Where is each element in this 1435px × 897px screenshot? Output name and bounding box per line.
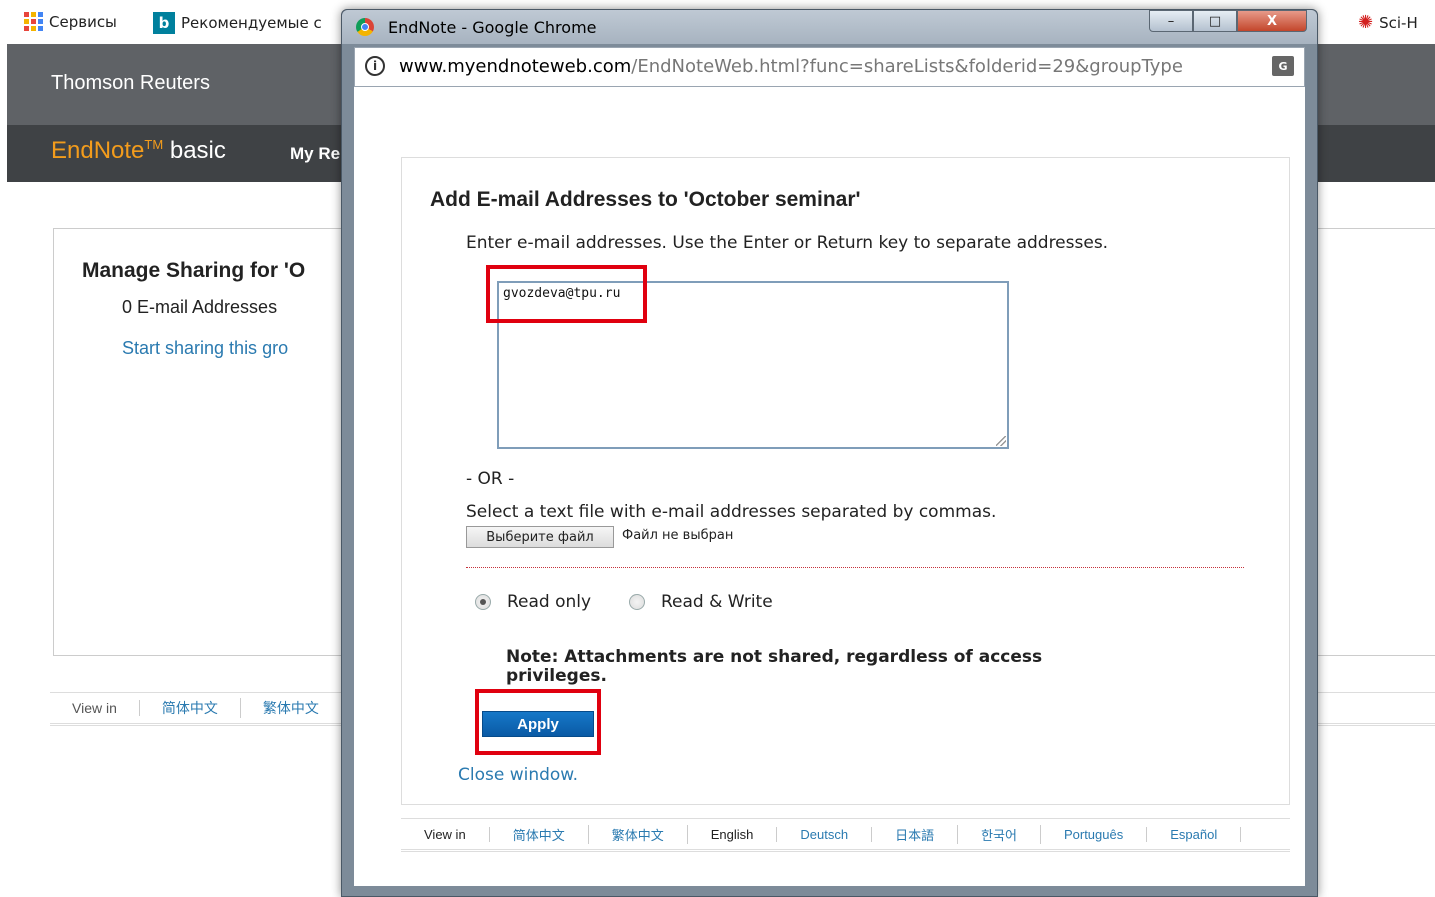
maximize-icon: □	[1208, 13, 1222, 29]
resize-grip-icon[interactable]	[996, 436, 1006, 446]
bing-icon: b	[153, 12, 175, 34]
close-window-link[interactable]: Close window.	[458, 765, 578, 785]
bg-lang-zh-hant[interactable]: 繁体中文	[241, 698, 342, 718]
start-sharing-link[interactable]: Start sharing this gro	[122, 338, 288, 359]
window-titlebar[interactable]: EndNote - Google Chrome – □ X	[342, 10, 1317, 44]
minimize-icon: –	[1167, 13, 1175, 29]
lang-japanese[interactable]: 日本語	[872, 824, 959, 844]
company-logo: Thomson Reuters	[51, 72, 210, 94]
lang-portuguese[interactable]: Português	[1041, 826, 1148, 842]
choose-file-button[interactable]: Выберите файл	[466, 526, 614, 548]
email-count: 0 E-mail Addresses	[122, 297, 278, 317]
bookmark-scihub-label: Sci-H	[1379, 13, 1418, 32]
lang-deutsch[interactable]: Deutsch	[777, 826, 873, 842]
radio-read-write-label[interactable]: Read & Write	[661, 592, 773, 612]
bookmark-services-label: Сервисы	[49, 12, 117, 31]
radio-read-write[interactable]	[629, 594, 645, 610]
endnote-popup-window: EndNote - Google Chrome – □ X i www.myen…	[341, 9, 1318, 897]
select-file-instructions: Select a text file with e-mail addresses…	[466, 502, 997, 522]
view-in-label: View in	[401, 826, 490, 842]
email-instructions: Enter e-mail addresses. Use the Enter or…	[466, 233, 1109, 253]
highlight-apply-box	[475, 689, 601, 755]
radio-read-only-label[interactable]: Read only	[507, 592, 591, 612]
lang-zh-hant[interactable]: 繁体中文	[589, 824, 688, 844]
minimize-button[interactable]: –	[1149, 10, 1193, 32]
popup-page: Add E-mail Addresses to 'October seminar…	[354, 87, 1305, 886]
language-footer: View in 简体中文 繁体中文 English Deutsch 日本語 한국…	[401, 818, 1290, 852]
bookmark-services[interactable]: Сервисы	[24, 12, 117, 31]
endnote-brand: EndNoteTM basic	[51, 137, 226, 165]
bookmark-scihub[interactable]: ✺ Sci-H	[1358, 12, 1418, 33]
info-icon[interactable]: i	[365, 56, 385, 76]
brand-main: EndNote	[51, 137, 145, 164]
bg-lang-zh-hans[interactable]: 简体中文	[140, 698, 241, 718]
lang-zh-hans[interactable]: 简体中文	[490, 824, 589, 844]
scihub-icon: ✺	[1358, 12, 1374, 33]
close-icon: X	[1266, 13, 1278, 29]
url-path: /EndNoteWeb.html?func=shareLists&folderi…	[631, 56, 1183, 77]
bookmark-recommended-label: Рекомендуемые с	[181, 14, 322, 32]
dotted-divider	[466, 567, 1244, 568]
radio-read-only[interactable]	[475, 594, 491, 610]
nav-my-references[interactable]: My Re	[290, 144, 340, 164]
file-status: Файл не выбран	[622, 528, 734, 543]
attachments-note: Note: Attachments are not shared, regard…	[506, 647, 1043, 686]
manage-sharing-title: Manage Sharing for 'O	[82, 259, 306, 282]
or-separator: - OR -	[466, 469, 515, 489]
dialog-title: Add E-mail Addresses to 'October seminar…	[430, 188, 861, 211]
bookmark-recommended[interactable]: b Рекомендуемые с	[153, 12, 322, 34]
url-text: www.myendnoteweb.com/EndNoteWeb.html?fun…	[399, 56, 1183, 77]
maximize-button[interactable]: □	[1193, 10, 1237, 32]
bg-view-in: View in	[50, 700, 140, 716]
address-bar[interactable]: i www.myendnoteweb.com/EndNoteWeb.html?f…	[354, 47, 1305, 87]
brand-tm: TM	[144, 137, 164, 152]
lang-korean[interactable]: 한국어	[958, 824, 1041, 844]
translate-icon[interactable]: G	[1272, 56, 1294, 76]
brand-sub: basic	[169, 137, 226, 164]
apps-grid-icon	[24, 12, 43, 31]
chrome-icon	[356, 18, 374, 36]
close-window-button[interactable]: X	[1237, 10, 1307, 32]
highlight-email-box	[486, 265, 647, 323]
add-emails-dialog: Add E-mail Addresses to 'October seminar…	[401, 157, 1290, 805]
window-title: EndNote - Google Chrome	[388, 18, 597, 37]
lang-english[interactable]: English	[688, 826, 778, 842]
url-host: www.myendnoteweb.com	[399, 56, 632, 77]
lang-spanish[interactable]: Español	[1147, 826, 1242, 842]
